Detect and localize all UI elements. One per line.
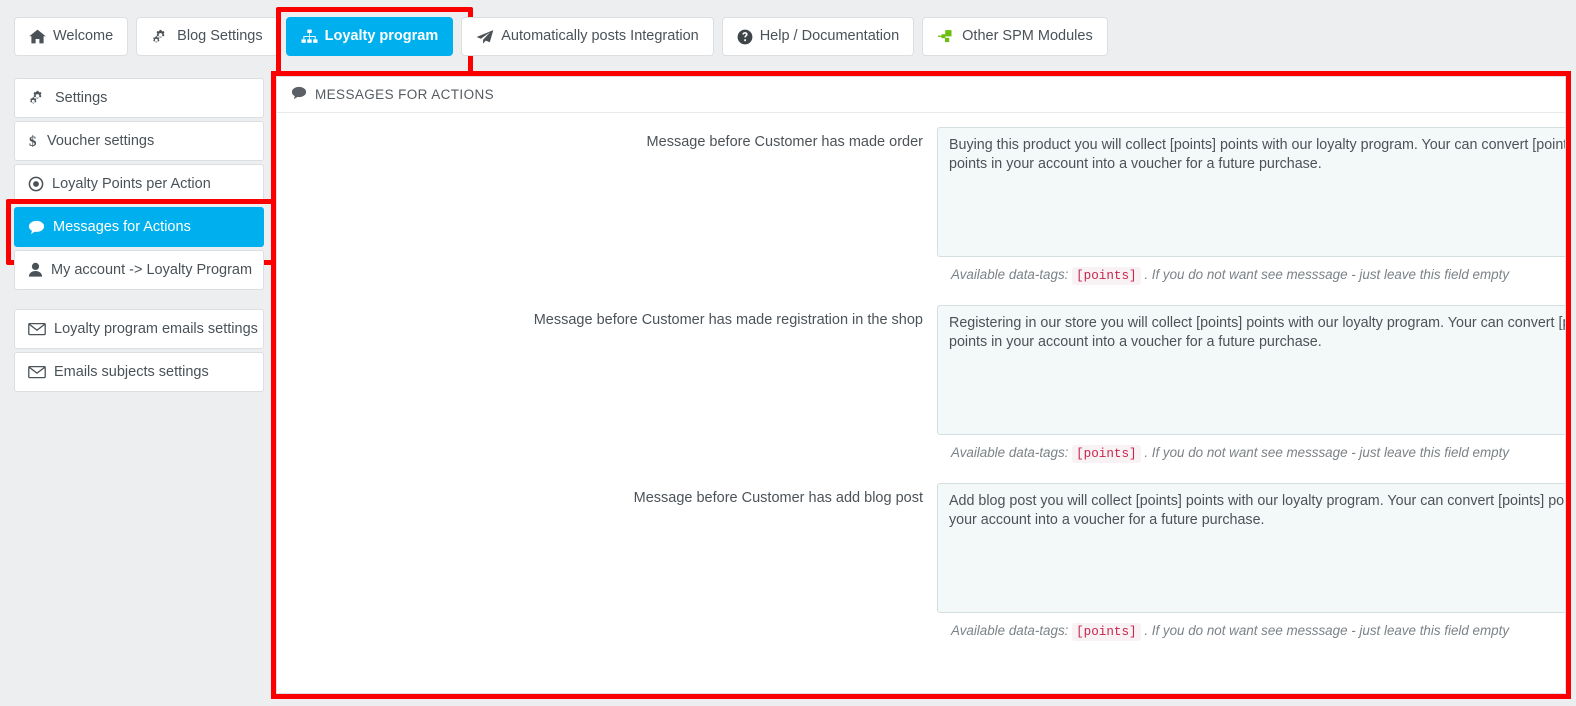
tab-label: Automatically posts Integration [501, 28, 699, 45]
envelope-icon [28, 365, 46, 379]
sidebar-item-voucher-settings[interactable]: $ Voucher settings [14, 121, 264, 161]
sidebar-item-label: Voucher settings [47, 133, 155, 149]
sidebar-group-emails: Loyalty program emails settings Emails s… [14, 309, 264, 392]
panel-title: MESSAGES FOR ACTIONS [315, 87, 495, 102]
hint-tag: [points] [1072, 623, 1141, 641]
hint-tag: [points] [1072, 267, 1141, 285]
tab-other-spm-modules[interactable]: Other SPM Modules [922, 17, 1108, 56]
hint-prefix: Available data-tags: [951, 623, 1069, 638]
tab-blog-settings[interactable]: Blog Settings [136, 17, 278, 56]
sidebar-item-loyalty-points-per-action[interactable]: Loyalty Points per Action [14, 164, 264, 204]
field-control: en [937, 483, 1565, 613]
home-icon [29, 29, 46, 44]
sidebar-item-messages-for-actions[interactable]: Messages for Actions [6, 199, 282, 265]
tab-label: Other SPM Modules [962, 28, 1093, 45]
sidebar-item-label: My account -> Loyalty Program [51, 262, 253, 278]
svg-text:$: $ [29, 134, 37, 149]
field-control: en [937, 127, 1565, 257]
form-row-order-message: Message before Customer has made order e… [277, 127, 1565, 257]
tab-label: Help / Documentation [759, 28, 900, 45]
tab-welcome[interactable]: Welcome [14, 17, 129, 56]
panel-header: MESSAGES FOR ACTIONS [277, 77, 1565, 113]
panel-body: Message before Customer has made order e… [277, 113, 1565, 641]
sitemap-icon [301, 29, 318, 44]
dot-circle-icon [28, 176, 44, 192]
blog-post-message-textarea[interactable] [937, 483, 1565, 613]
form-row-blog-post-message: Message before Customer has add blog pos… [277, 483, 1565, 613]
sidebar: Settings $ Voucher settings Loyalty Poin… [6, 78, 282, 411]
field-hint-order: Available data-tags: [points] . If you d… [937, 257, 1565, 285]
comment-icon [28, 220, 45, 235]
field-control: en [937, 305, 1565, 435]
sidebar-item-emails-subjects-settings[interactable]: Emails subjects settings [14, 352, 264, 392]
field-label: Message before Customer has made registr… [533, 312, 923, 328]
puzzle-green-icon [937, 29, 955, 45]
tab-label: Welcome [53, 28, 114, 45]
sidebar-item-label: Settings [55, 90, 108, 106]
messages-for-actions-panel: MESSAGES FOR ACTIONS Message before Cust… [276, 76, 1566, 694]
field-label: Message before Customer has add blog pos… [633, 490, 923, 506]
registration-message-textarea[interactable] [937, 305, 1565, 435]
sidebar-item-label: Messages for Actions [53, 219, 191, 235]
row-spacer [277, 463, 1565, 483]
order-message-textarea[interactable] [937, 127, 1565, 257]
tab-label: Blog Settings [177, 28, 263, 45]
field-hint-blog-post: Available data-tags: [points] . If you d… [937, 613, 1565, 641]
form-row-registration-message: Message before Customer has made registr… [277, 305, 1565, 435]
sidebar-item-label: Emails subjects settings [54, 364, 209, 380]
tab-label: Loyalty program [324, 28, 439, 45]
hint-suffix: . If you do not want see messsage - just… [1144, 445, 1510, 460]
hint-prefix: Available data-tags: [951, 445, 1069, 460]
sidebar-group-primary: Settings $ Voucher settings Loyalty Poin… [6, 78, 282, 290]
sidebar-item-my-account-loyalty-program[interactable]: My account -> Loyalty Program [14, 250, 264, 290]
field-label: Message before Customer has made order [646, 134, 923, 150]
comment-icon [291, 86, 307, 103]
row-spacer [277, 285, 1565, 305]
messages-for-actions-panel-highlight: MESSAGES FOR ACTIONS Message before Cust… [271, 71, 1571, 699]
hint-suffix: . If you do not want see messsage - just… [1144, 267, 1510, 282]
dollar-icon: $ [28, 133, 39, 149]
sidebar-item-loyalty-program-emails-settings[interactable]: Loyalty program emails settings [14, 309, 264, 349]
hint-suffix: . If you do not want see messsage - just… [1144, 623, 1510, 638]
user-icon [28, 262, 43, 278]
gears-icon [28, 90, 47, 106]
tab-help-documentation[interactable]: Help / Documentation [721, 17, 915, 56]
sidebar-item-label: Loyalty Points per Action [52, 176, 211, 192]
sidebar-item-settings[interactable]: Settings [14, 78, 264, 118]
hint-tag: [points] [1072, 445, 1141, 463]
sidebar-item-label: Loyalty program emails settings [54, 321, 258, 337]
gears-icon [151, 29, 170, 45]
hint-prefix: Available data-tags: [951, 267, 1069, 282]
tab-automatically-posts-integration[interactable]: Automatically posts Integration [461, 17, 714, 56]
paper-plane-icon [476, 29, 494, 45]
top-tab-bar: Welcome Blog Settings Loyalty program Au… [0, 0, 1576, 76]
field-hint-registration: Available data-tags: [points] . If you d… [937, 435, 1565, 463]
envelope-icon [28, 322, 46, 336]
question-circle-icon [737, 29, 753, 45]
tab-loyalty-program[interactable]: Loyalty program [275, 7, 473, 76]
